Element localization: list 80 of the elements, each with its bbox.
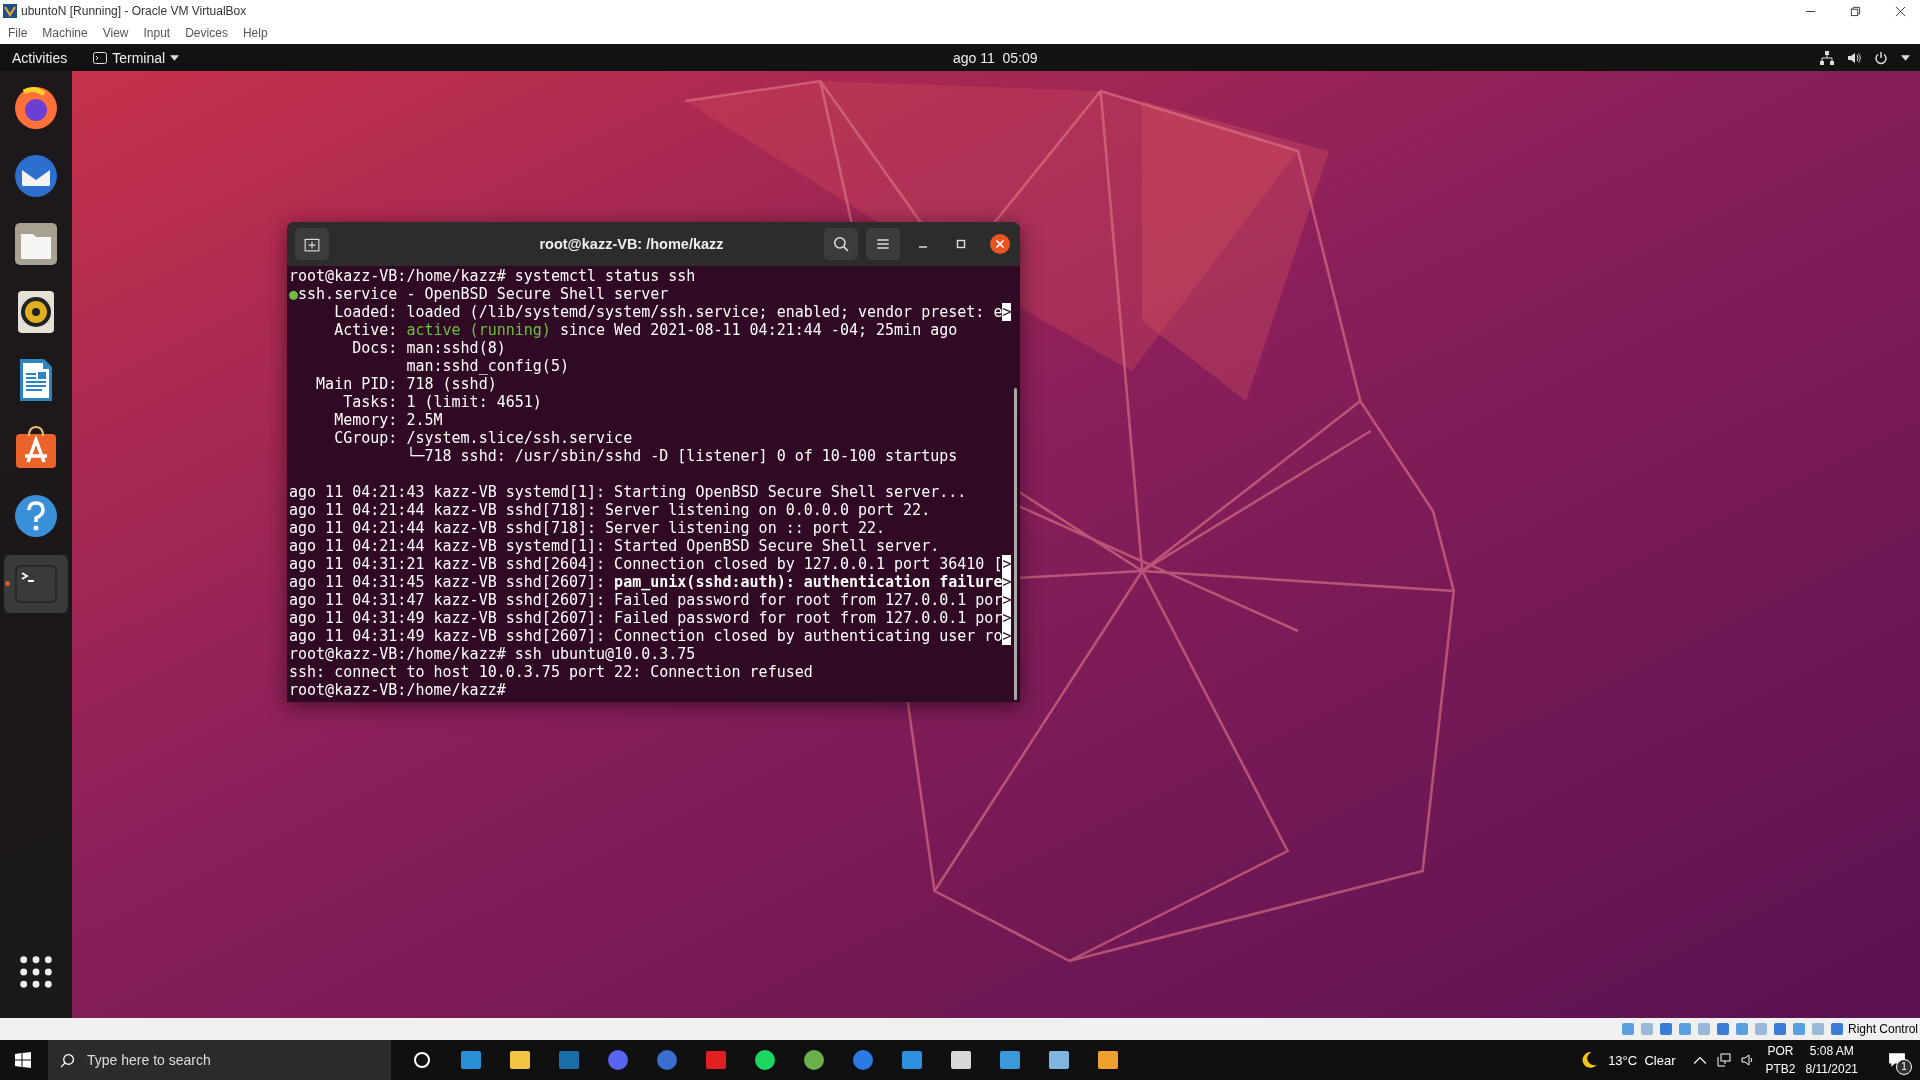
- window-title: ubuntoN [Running] - Oracle VM VirtualBox: [21, 4, 248, 18]
- browser-app-icon: [12, 84, 60, 132]
- caret-icon[interactable]: [1901, 54, 1910, 61]
- terminal-line: root@kazz-VB:/home/kazz#: [289, 681, 507, 699]
- terminal-line: ago 11 04:21:44 kazz-VB sshd[718]: Server listening on :: port 22.: [289, 519, 887, 537]
- menu-item[interactable]: View: [102, 26, 129, 40]
- terminal-line: CGroup: /system.slice/ssh.service: [333, 429, 634, 447]
- terminal-line: Main PID: 718 (sshd): [315, 375, 498, 393]
- new-tab-icon: [304, 236, 320, 252]
- terminal-line: root@kazz-VB:/home/kazz# ssh ubuntu@10.0.3.75: [289, 645, 697, 663]
- device-icon[interactable]: [1829, 1022, 1844, 1036]
- terminal-line: Loaded: loaded (/lib/systemd/system/ssh.service; enabled; vendor preset: e>: [333, 303, 1012, 321]
- volume-icon[interactable]: [1847, 50, 1861, 65]
- menu-item[interactable]: Machine: [42, 26, 88, 40]
- start-button[interactable]: [15, 1052, 31, 1068]
- terminal-line: Active: active (running) since Wed 2021-08-11 04:21:44 -04; 25min ago: [333, 321, 959, 339]
- search-button[interactable]: [824, 228, 858, 260]
- terminal-line: root@kazz-VB:/home/kazz# systemctl status ssh: [289, 267, 697, 285]
- terminal-line: ●ssh.service - OpenBSD Secure Shell server: [289, 285, 670, 303]
- notification-count: 1: [1896, 1059, 1912, 1075]
- menu-icon: [875, 236, 891, 252]
- app-grid-icon[interactable]: [20, 956, 52, 988]
- help-icon: [12, 492, 60, 540]
- device-icon[interactable]: [1715, 1022, 1730, 1036]
- terminal-line: ago 11 04:31:21 kazz-VB sshd[2604]: Connection closed by 127.0.0.1 port 36410 [>: [289, 555, 1012, 573]
- menu-item[interactable]: File: [8, 26, 28, 40]
- terminal-line: ago 11 04:31:47 kazz-VB sshd[2607]: Failed password for root from 127.0.0.1 por>: [289, 591, 1012, 609]
- terminal-line: Docs: man:sshd(8): [351, 339, 507, 357]
- device-icon[interactable]: [1772, 1022, 1787, 1036]
- close-icon[interactable]: [1895, 5, 1906, 17]
- app-logo-icon: [3, 4, 17, 18]
- moon-icon: [1580, 1051, 1599, 1069]
- taskbar-app-icon[interactable]: [753, 1048, 777, 1072]
- taskbar-app-icon[interactable]: [949, 1048, 973, 1072]
- menu-button[interactable]: [866, 228, 900, 260]
- weather-text[interactable]: 13°C Clear: [1608, 1052, 1676, 1068]
- terminal-line: ago 11 04:31:49 kazz-VB sshd[2607]: Failed password for root from 127.0.0.1 por>: [289, 609, 1012, 627]
- files-app-icon: [12, 220, 60, 268]
- new-tab-button[interactable]: [295, 228, 329, 260]
- network-icon[interactable]: [1820, 50, 1834, 65]
- terminal-line: ago 11 04:31:49 kazz-VB sshd[2607]: Connection closed by authenticating user ro>: [289, 627, 1012, 645]
- restore-icon[interactable]: [1850, 5, 1861, 17]
- search-icon: [60, 1052, 75, 1068]
- taskbar-app-icon[interactable]: [998, 1048, 1022, 1072]
- scrollbar[interactable]: [1014, 388, 1017, 700]
- activities-button[interactable]: Activities: [0, 49, 80, 66]
- terminal-line: Tasks: 1 (limit: 4651): [342, 393, 543, 411]
- network-icon[interactable]: [1717, 1053, 1732, 1067]
- maximize-icon[interactable]: [955, 238, 967, 250]
- taskbar-app-icon[interactable]: [1096, 1048, 1120, 1072]
- terminal-line: ago 11 04:21:43 kazz-VB systemd[1]: Starting OpenBSD Secure Shell server...: [289, 483, 968, 501]
- terminal-line: Memory: 2.5M: [333, 411, 444, 429]
- terminal-line: ago 11 04:21:44 kazz-VB sshd[718]: Server listening on 0.0.0.0 port 22.: [289, 501, 932, 519]
- close-icon[interactable]: [990, 234, 1010, 254]
- caret-icon: [170, 54, 180, 61]
- language-indicator[interactable]: POR PTB2: [1765, 1042, 1796, 1078]
- terminal-line: ago 11 04:21:44 kazz-VB systemd[1]: Started OpenBSD Secure Shell server.: [289, 537, 941, 555]
- search-icon: [833, 236, 849, 252]
- mail-app-icon: [12, 152, 60, 200]
- menu-item[interactable]: Help: [242, 26, 268, 40]
- taskbar-app-icon[interactable]: [1047, 1048, 1071, 1072]
- clock[interactable]: 5:08 AM 8/11/2021: [1805, 1042, 1858, 1078]
- host-key-label: Right Control: [1847, 1022, 1919, 1036]
- clock[interactable]: ago 11 05:09: [953, 49, 1038, 66]
- menu-item[interactable]: Input: [143, 26, 171, 40]
- taskbar-app-icon[interactable]: [802, 1048, 826, 1072]
- window-title: root@kazz-VB: /home/kazz: [538, 236, 725, 252]
- terminal-line: └─718 sshd: /usr/sbin/sshd -D [listener] 0 of 10-100 startups: [405, 447, 959, 465]
- running-indicator: [5, 581, 10, 586]
- terminal-line: man:sshd_config(5): [405, 357, 570, 375]
- menu-item[interactable]: Devices: [185, 26, 228, 40]
- terminal-line: ssh: connect to host 10.0.3.75 port 22: Connection refused: [289, 663, 814, 681]
- power-icon[interactable]: [1874, 50, 1888, 65]
- taskbar-app-icon[interactable]: [900, 1048, 924, 1072]
- terminal-line: ago 11 04:31:45 kazz-VB sshd[2607]: pam_unix(sshd:auth): authentication failure>: [289, 573, 1012, 591]
- device-icon[interactable]: [1658, 1022, 1673, 1036]
- taskbar-app-icon[interactable]: [459, 1048, 483, 1072]
- app-menu[interactable]: Terminal: [93, 49, 180, 66]
- taskbar-app-icon[interactable]: [508, 1048, 532, 1072]
- terminal-icon: [93, 51, 108, 64]
